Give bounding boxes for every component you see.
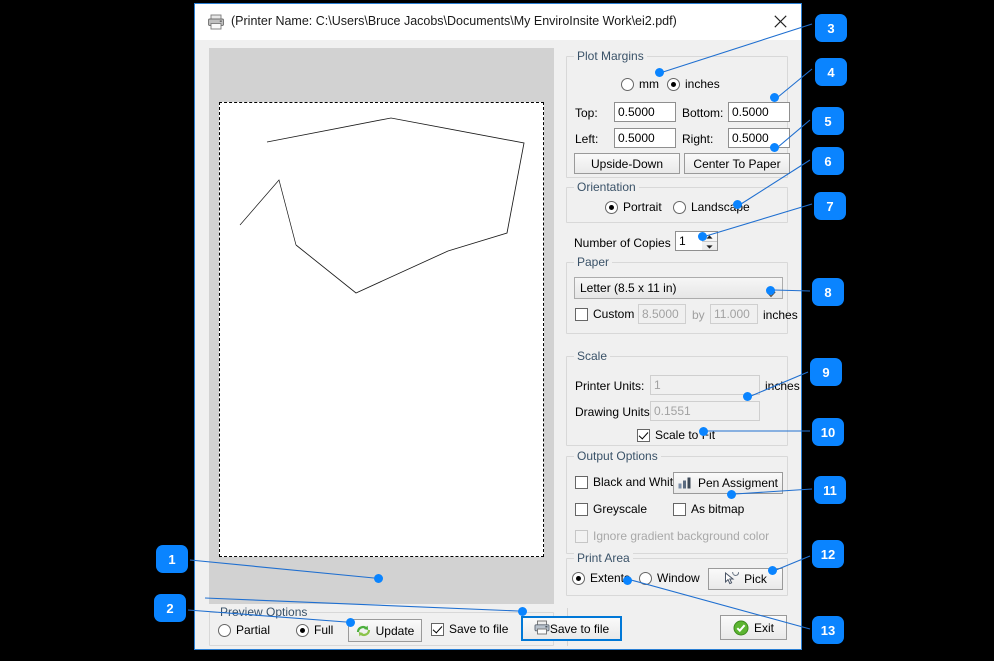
annotation-badge-10[interactable]: 10 (812, 418, 844, 446)
annotation-badge-5[interactable]: 5 (812, 107, 844, 135)
annotation-badge-11[interactable]: 11 (814, 476, 846, 504)
annotation-badge-12[interactable]: 12 (812, 540, 844, 568)
screenshot-root: (Printer Name: C:\Users\Bruce Jacobs\Doc… (0, 0, 994, 661)
annotation-badge-8[interactable]: 8 (812, 278, 844, 306)
annotation-badge-1[interactable]: 1 (156, 545, 188, 573)
annotation-badge-9[interactable]: 9 (810, 358, 842, 386)
annotation-badge-7[interactable]: 7 (814, 192, 846, 220)
annotation-leader-lines (187, 23, 813, 630)
annotation-badge-2[interactable]: 2 (154, 594, 186, 622)
annotation-badge-6[interactable]: 6 (812, 147, 844, 175)
annotation-badge-13[interactable]: 13 (812, 616, 844, 644)
annotation-badge-4[interactable]: 4 (815, 58, 847, 86)
annotation-badge-3[interactable]: 3 (815, 14, 847, 42)
